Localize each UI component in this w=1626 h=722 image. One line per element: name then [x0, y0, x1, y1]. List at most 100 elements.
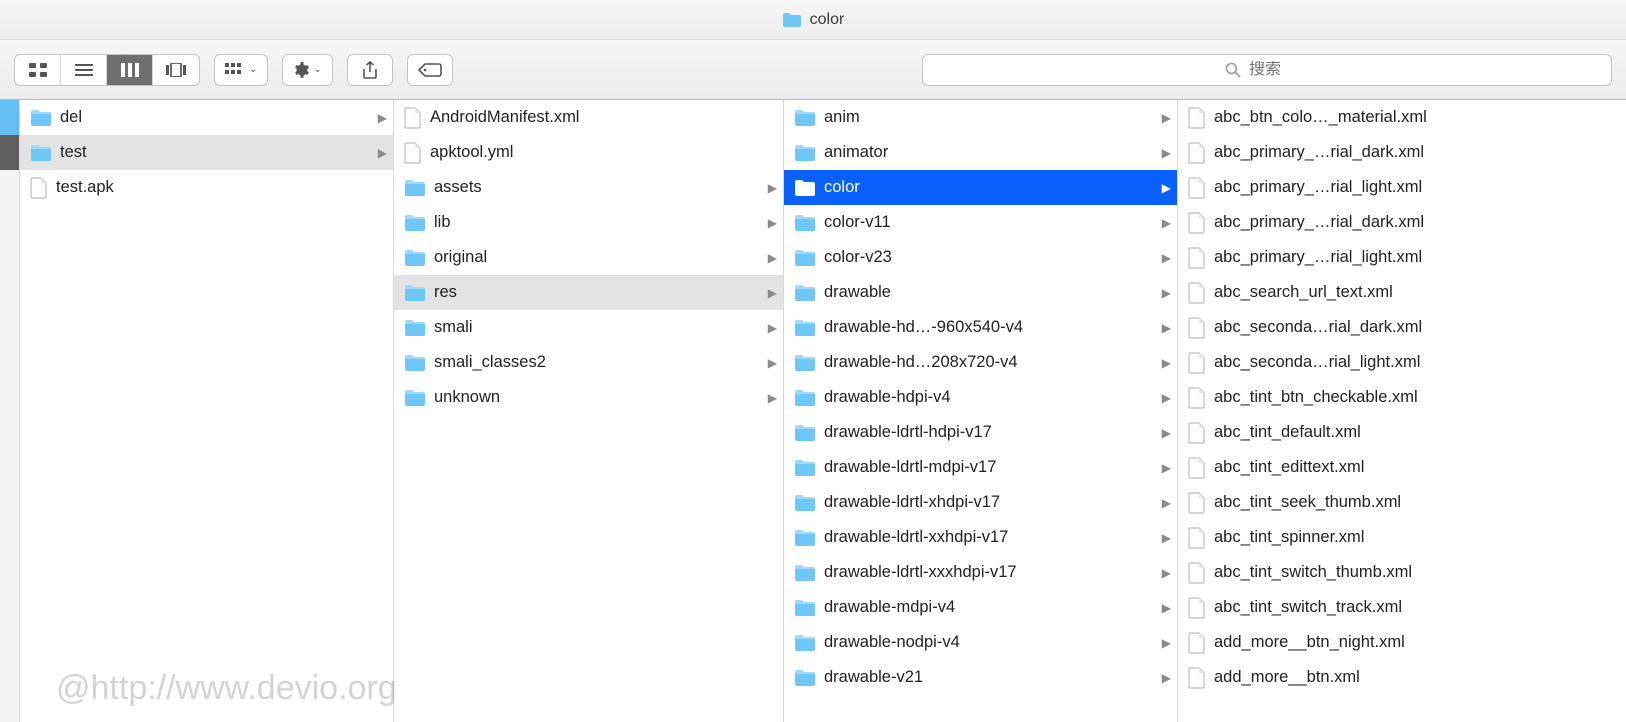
file-row[interactable]: abc_primary_…rial_dark.xml — [1178, 135, 1626, 170]
row-label: smali_classes2 — [434, 353, 764, 372]
file-icon — [1188, 212, 1206, 234]
sidebar-tag[interactable] — [0, 135, 20, 170]
folder-row[interactable]: drawable-hd…208x720-v4 — [784, 345, 1177, 380]
folder-icon — [794, 599, 816, 617]
folder-row[interactable]: drawable-ldrtl-xhdpi-v17 — [784, 485, 1177, 520]
folder-row[interactable]: drawable-hd…-960x540-v4 — [784, 310, 1177, 345]
folder-row[interactable]: drawable-mdpi-v4 — [784, 590, 1177, 625]
action-menu-button[interactable]: ⌄ — [282, 54, 332, 86]
chevron-right-icon — [1162, 286, 1171, 300]
folder-row[interactable]: color-v23 — [784, 240, 1177, 275]
folder-icon — [404, 179, 426, 197]
column-2[interactable]: AndroidManifest.xmlapktool.yml assets libo… — [394, 100, 784, 722]
file-row[interactable]: abc_tint_switch_thumb.xml — [1178, 555, 1626, 590]
row-label: drawable — [824, 283, 1158, 302]
folder-row[interactable]: res — [394, 275, 783, 310]
folder-row[interactable]: animator — [784, 135, 1177, 170]
folder-icon — [794, 144, 816, 162]
file-row[interactable]: abc_seconda…rial_light.xml — [1178, 345, 1626, 380]
file-row[interactable]: abc_tint_switch_track.xml — [1178, 590, 1626, 625]
share-button[interactable] — [347, 54, 393, 86]
folder-row[interactable]: anim — [784, 100, 1177, 135]
chevron-right-icon — [768, 216, 777, 230]
chevron-right-icon — [768, 356, 777, 370]
search-input[interactable] — [1249, 61, 1309, 79]
column-1[interactable]: del test test.apk — [20, 100, 394, 722]
folder-row[interactable]: drawable-nodpi-v4 — [784, 625, 1177, 660]
row-label: add_more__btn.xml — [1214, 668, 1620, 687]
row-label: abc_primary_…rial_light.xml — [1214, 248, 1620, 267]
file-row[interactable]: abc_btn_colo…_material.xml — [1178, 100, 1626, 135]
file-row[interactable]: abc_tint_btn_checkable.xml — [1178, 380, 1626, 415]
row-label: drawable-hd…-960x540-v4 — [824, 318, 1158, 337]
file-icon — [1188, 632, 1206, 654]
row-label: abc_seconda…rial_light.xml — [1214, 353, 1620, 372]
folder-row[interactable]: unknown — [394, 380, 783, 415]
column-4[interactable]: abc_btn_colo…_material.xml abc_primary_…r… — [1178, 100, 1626, 722]
row-label: abc_search_url_text.xml — [1214, 283, 1620, 302]
folder-icon — [794, 634, 816, 652]
file-row[interactable]: abc_tint_spinner.xml — [1178, 520, 1626, 555]
folder-icon — [794, 179, 816, 197]
folder-icon — [30, 144, 52, 162]
row-label: abc_btn_colo…_material.xml — [1214, 108, 1620, 127]
folder-row[interactable]: color-v11 — [784, 205, 1177, 240]
folder-row[interactable]: drawable-ldrtl-hdpi-v17 — [784, 415, 1177, 450]
tags-button[interactable] — [407, 54, 453, 86]
file-icon — [1188, 562, 1206, 584]
folder-row[interactable]: color — [784, 170, 1177, 205]
folder-row[interactable]: drawable-ldrtl-mdpi-v17 — [784, 450, 1177, 485]
view-columns-button[interactable] — [107, 55, 153, 85]
row-label: drawable-v21 — [824, 668, 1158, 687]
file-row[interactable]: test.apk — [20, 170, 393, 205]
file-row[interactable]: apktool.yml — [394, 135, 783, 170]
view-list-button[interactable] — [61, 55, 107, 85]
row-label: abc_tint_default.xml — [1214, 423, 1620, 442]
folder-row[interactable]: del — [20, 100, 393, 135]
row-label: anim — [824, 108, 1158, 127]
file-row[interactable]: abc_primary_…rial_light.xml — [1178, 240, 1626, 275]
row-label: drawable-ldrtl-mdpi-v17 — [824, 458, 1158, 477]
row-label: smali — [434, 318, 764, 337]
file-row[interactable]: add_more__btn_night.xml — [1178, 625, 1626, 660]
file-row[interactable]: abc_search_url_text.xml — [1178, 275, 1626, 310]
row-label: drawable-nodpi-v4 — [824, 633, 1158, 652]
folder-row[interactable]: smali — [394, 310, 783, 345]
folder-row[interactable]: original — [394, 240, 783, 275]
folder-row[interactable]: drawable — [784, 275, 1177, 310]
sidebar-tag[interactable] — [0, 100, 20, 135]
folder-row[interactable]: drawable-ldrtl-xxhdpi-v17 — [784, 520, 1177, 555]
file-row[interactable]: abc_tint_edittext.xml — [1178, 450, 1626, 485]
file-row[interactable]: AndroidManifest.xml — [394, 100, 783, 135]
folder-row[interactable]: smali_classes2 — [394, 345, 783, 380]
chevron-right-icon — [1162, 356, 1171, 370]
view-icons-button[interactable] — [15, 55, 61, 85]
file-row[interactable]: abc_primary_…rial_dark.xml — [1178, 205, 1626, 240]
folder-row[interactable]: drawable-ldrtl-xxxhdpi-v17 — [784, 555, 1177, 590]
folder-icon — [794, 109, 816, 127]
view-gallery-button[interactable] — [153, 55, 199, 85]
row-label: drawable-ldrtl-xxhdpi-v17 — [824, 528, 1158, 547]
search-box[interactable] — [922, 54, 1612, 86]
chevron-right-icon — [1162, 531, 1171, 545]
column-3[interactable]: anim animatorcolorcolor-v11color-v23 drawa… — [784, 100, 1178, 722]
folder-row[interactable]: drawable-v21 — [784, 660, 1177, 695]
row-label: drawable-ldrtl-xhdpi-v17 — [824, 493, 1158, 512]
row-label: add_more__btn_night.xml — [1214, 633, 1620, 652]
file-row[interactable]: abc_tint_seek_thumb.xml — [1178, 485, 1626, 520]
file-row[interactable]: add_more__btn.xml — [1178, 660, 1626, 695]
view-mode-group — [14, 54, 200, 86]
arrange-button[interactable]: ⌄ — [214, 54, 268, 86]
row-label: assets — [434, 178, 764, 197]
folder-row[interactable]: assets — [394, 170, 783, 205]
file-row[interactable]: abc_tint_default.xml — [1178, 415, 1626, 450]
folder-icon — [404, 389, 426, 407]
file-row[interactable]: abc_seconda…rial_dark.xml — [1178, 310, 1626, 345]
row-label: test — [60, 143, 374, 162]
folder-row[interactable]: lib — [394, 205, 783, 240]
folder-row[interactable]: test — [20, 135, 393, 170]
file-row[interactable]: abc_primary_…rial_light.xml — [1178, 170, 1626, 205]
folder-row[interactable]: drawable-hdpi-v4 — [784, 380, 1177, 415]
search-icon — [1225, 62, 1241, 78]
folder-icon — [404, 249, 426, 267]
